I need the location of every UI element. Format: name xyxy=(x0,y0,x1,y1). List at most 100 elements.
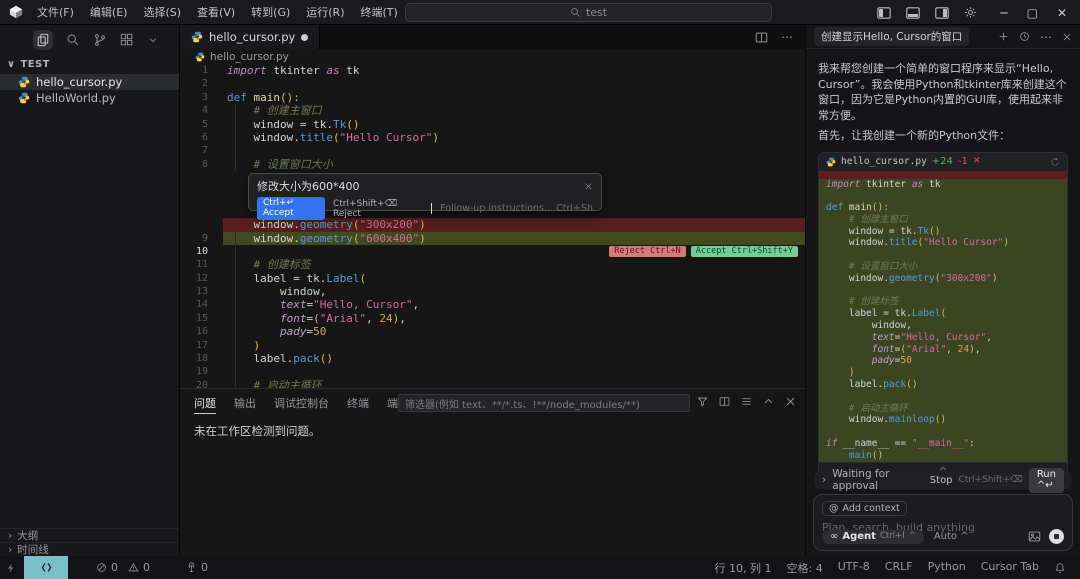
code-line[interactable]: 7 xyxy=(180,144,805,157)
panel-tab-item[interactable]: 终端 xyxy=(347,395,369,414)
code-line[interactable]: 11 # 创建标签 xyxy=(180,258,805,271)
source-control-icon[interactable] xyxy=(93,33,107,47)
code-line[interactable]: 4 # 创建主窗口 xyxy=(180,104,805,117)
minimize-button[interactable]: ─ xyxy=(1000,6,1007,20)
menu-go[interactable]: 转到(G) xyxy=(243,0,298,25)
file-item[interactable]: HelloWorld.py xyxy=(0,90,179,106)
explorer-section-header[interactable]: ∨ TEST xyxy=(0,54,179,74)
code-line[interactable]: 9 window.geometry("600x400") xyxy=(180,231,805,245)
view-as-list-icon[interactable] xyxy=(741,396,752,407)
diff-card-header[interactable]: hello_cursor.py +24 -1 ✕ xyxy=(819,152,1067,171)
status-language[interactable]: Python xyxy=(928,560,966,576)
command-search-input[interactable]: test xyxy=(405,3,772,22)
line-number: 6 xyxy=(201,131,208,143)
followup-instructions-input[interactable]: Follow-up instructions... Ctrl+Shift+K xyxy=(440,203,593,214)
menu-selection[interactable]: 选择(S) xyxy=(135,0,189,25)
unsaved-dot-icon[interactable] xyxy=(301,33,309,41)
file-item[interactable]: hello_cursor.py xyxy=(0,74,179,90)
accept-button[interactable]: Ctrl+↵ Accept xyxy=(257,197,325,220)
menu-edit[interactable]: 编辑(E) xyxy=(82,0,136,25)
section-timeline[interactable]: › 时间线 xyxy=(0,542,179,556)
agent-mode-selector[interactable]: ∞ Agent Ctrl+I ^ xyxy=(822,529,924,544)
code-line[interactable]: window.geometry("300x200") xyxy=(180,218,805,232)
remote-indicator[interactable] xyxy=(24,556,68,579)
code-line[interactable]: 5 window = tk.Tk() xyxy=(180,118,805,131)
menu-view[interactable]: 查看(V) xyxy=(189,0,243,25)
menu-file[interactable]: 文件(F) xyxy=(29,0,82,25)
more-actions-icon[interactable]: ⋯ xyxy=(781,30,793,44)
code-line[interactable]: 16 pady=50 xyxy=(180,325,805,338)
extensions-icon[interactable] xyxy=(120,33,134,47)
toggle-secondary-sidebar-button[interactable] xyxy=(935,6,950,19)
chat-input-box[interactable]: @ Add context Plan, search, build anythi… xyxy=(813,494,1073,551)
ports-status[interactable]: 0 xyxy=(186,561,208,574)
close-window-button[interactable]: ✕ xyxy=(1057,6,1067,20)
diff-code-block[interactable]: import tkinter as tk def main(): # 创建主窗口 … xyxy=(819,178,1067,462)
code-line[interactable]: 18 label.pack() xyxy=(180,352,805,365)
diff-accept-button[interactable]: Accept Ctrl+Shift+Y xyxy=(690,246,798,257)
code-line[interactable]: 2 xyxy=(180,77,805,90)
close-chat-icon[interactable] xyxy=(1062,32,1072,42)
problems-filter-input[interactable]: 筛选器(例如 text、**/*.ts、!**/node_modules/**) xyxy=(398,394,690,412)
attach-image-icon[interactable] xyxy=(1028,530,1041,543)
code-line[interactable]: 12 label = tk.Label( xyxy=(180,272,805,285)
filter-funnel-icon[interactable] xyxy=(697,396,708,407)
close-panel-icon[interactable] xyxy=(785,396,796,407)
run-button[interactable]: Run ^↵ xyxy=(1028,467,1064,493)
dismiss-diff-icon[interactable]: ✕ xyxy=(973,154,981,170)
toggle-sidebar-button[interactable] xyxy=(877,6,892,19)
stop-button[interactable]: Stop xyxy=(930,475,953,486)
status-indentation[interactable]: 空格: 4 xyxy=(787,560,823,576)
reapply-icon[interactable] xyxy=(1050,157,1060,167)
more-actions-icon[interactable]: ⋯ xyxy=(1040,30,1052,44)
maximize-button[interactable]: ▢ xyxy=(1027,6,1038,20)
chevron-right-icon[interactable]: › xyxy=(822,474,826,486)
split-panel-icon[interactable] xyxy=(719,396,730,407)
code-line[interactable]: 17 ) xyxy=(180,339,805,352)
activity-indicator-icon[interactable] xyxy=(6,562,16,574)
code-line[interactable]: 14 text="Hello, Cursor", xyxy=(180,298,805,311)
panel-tab-item[interactable]: 调试控制台 xyxy=(274,395,329,414)
panel-tab-item[interactable]: 输出 xyxy=(234,395,256,414)
chat-tab-title[interactable]: 创建显示Hello, Cursor的窗口 xyxy=(814,27,970,46)
panel-tab-active[interactable]: 问题 xyxy=(194,395,216,414)
menu-terminal[interactable]: 终端(T) xyxy=(353,0,406,25)
code-line[interactable]: 20 # 启动主循环 xyxy=(180,379,805,388)
history-clock-icon[interactable] xyxy=(1019,31,1030,42)
explorer-icon[interactable] xyxy=(33,29,53,50)
model-selector[interactable]: Auto ^ xyxy=(934,531,969,542)
status-encoding[interactable]: UTF-8 xyxy=(838,560,870,576)
code-line[interactable]: 1 import tkinter as tk xyxy=(180,64,805,77)
chat-code-line: # 启动主循环 xyxy=(819,402,1067,415)
reject-button[interactable]: Ctrl+Shift+⌫ Reject xyxy=(333,199,415,219)
code-line[interactable]: 3 def main(): xyxy=(180,91,805,104)
add-context-chip[interactable]: @ Add context xyxy=(822,501,907,516)
problems-status[interactable]: 0 0 xyxy=(96,561,150,574)
close-icon[interactable] xyxy=(584,182,593,191)
toggle-panel-button[interactable] xyxy=(906,6,921,19)
status-eol[interactable]: CRLF xyxy=(885,560,913,576)
code-line[interactable]: 6 window.title("Hello Cursor") xyxy=(180,131,805,144)
new-chat-icon[interactable] xyxy=(998,31,1009,42)
diff-reject-button[interactable]: Reject Ctrl+N xyxy=(609,246,686,257)
stop-generation-button[interactable] xyxy=(1049,529,1064,544)
code-line[interactable]: 13 window, xyxy=(180,285,805,298)
maximize-panel-icon[interactable] xyxy=(763,396,774,407)
code-editor[interactable]: 1 import tkinter as tk 2 3 def main(): 4 # 创建… xyxy=(180,64,805,388)
split-editor-icon[interactable] xyxy=(755,31,768,44)
cursor-logo-icon xyxy=(9,5,23,19)
breadcrumb[interactable]: hello_cursor.py xyxy=(180,49,805,64)
settings-gear-icon[interactable] xyxy=(964,6,977,19)
chevron-down-icon[interactable] xyxy=(147,34,159,46)
notifications-bell-icon[interactable] xyxy=(1054,562,1066,574)
search-icon[interactable] xyxy=(66,33,80,47)
status-cursor-tab[interactable]: Cursor Tab xyxy=(981,560,1039,576)
section-outline[interactable]: › 大纲 xyxy=(0,528,179,542)
code-line[interactable]: 15 font=("Arial", 24), xyxy=(180,312,805,325)
chat-code-line: import tkinter as tk xyxy=(819,178,1067,191)
code-line[interactable]: 19 xyxy=(180,365,805,378)
menu-run[interactable]: 运行(R) xyxy=(298,0,352,25)
tab-hello-cursor[interactable]: hello_cursor.py xyxy=(180,25,321,49)
code-line[interactable]: 8 # 设置窗口大小 xyxy=(180,158,805,171)
status-cursor-position[interactable]: 行 10, 列 1 xyxy=(715,560,772,576)
